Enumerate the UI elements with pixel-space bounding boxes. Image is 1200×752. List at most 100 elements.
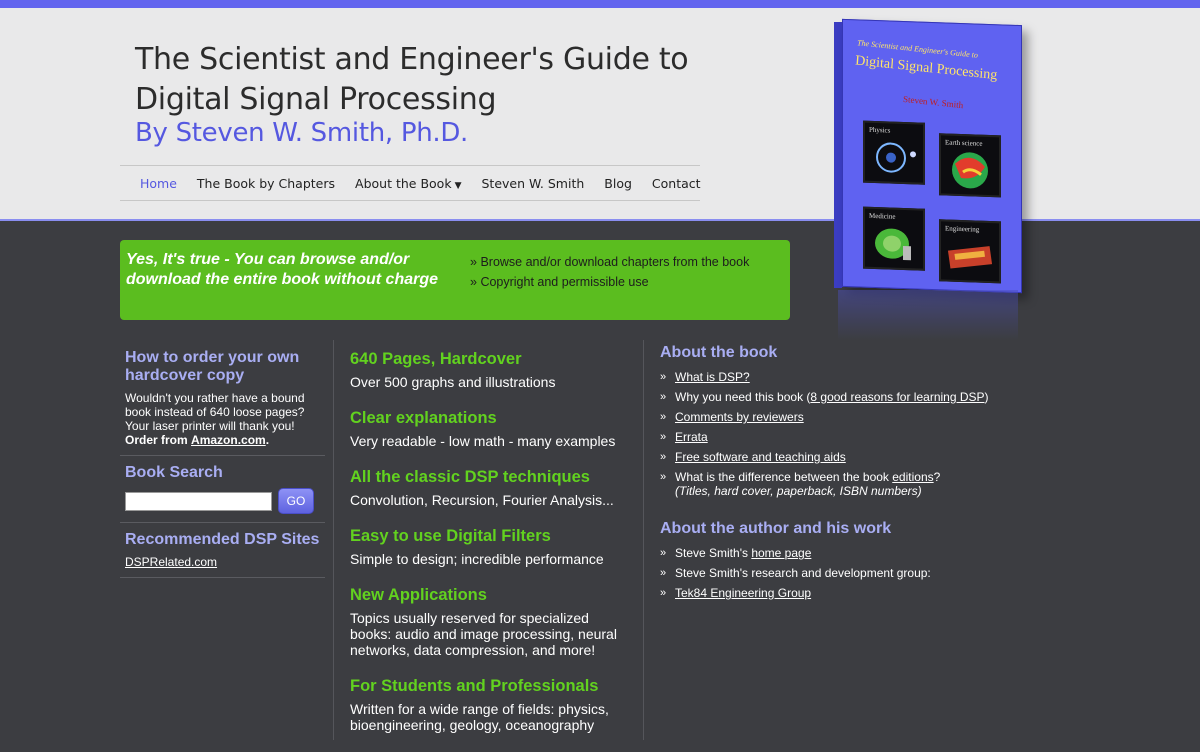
tek84-link[interactable]: Tek84 Engineering Group	[675, 586, 811, 600]
feature-block: Clear explanations Very readable - low m…	[350, 409, 630, 449]
nav-contact[interactable]: Contact	[652, 176, 701, 191]
feature-text: Written for a wide range of fields: phys…	[350, 701, 609, 733]
bullet-icon: »	[660, 431, 667, 443]
nav-about-label: About the Book	[355, 175, 452, 191]
site-title-line1: The Scientist and Engineer's Guide to	[135, 42, 689, 77]
free-software-link[interactable]: Free software and teaching aids	[675, 450, 846, 464]
list-item: » Comments by reviewers	[660, 410, 1060, 424]
order-from-label: Order from	[125, 433, 188, 447]
about-book-heading: About the book	[660, 344, 778, 361]
order-text: Wouldn't you rather have a bound book in…	[125, 391, 320, 447]
sites-heading: Recommended DSP Sites	[125, 531, 320, 548]
bullet-icon: »	[660, 547, 667, 559]
bullet-icon: »	[660, 567, 667, 579]
feature-block: New Applications Topics usually reserved…	[350, 586, 630, 658]
nav-about-the-book[interactable]: About the Book ▼	[355, 176, 461, 191]
editions-subtext: (Titles, hard cover, paperback, ISBN num…	[675, 484, 922, 498]
book-tile-physics: Physics	[863, 120, 925, 185]
chevron-down-icon: ▼	[454, 180, 462, 191]
banner-headline: Yes, It's true - You can browse and/or d…	[126, 251, 439, 288]
search-heading: Book Search	[125, 464, 223, 481]
search-row: GO	[125, 488, 320, 514]
amazon-link[interactable]: Amazon.com	[191, 433, 266, 447]
search-section: Book Search GO	[120, 456, 325, 523]
feature-text: Topics usually reserved for specialized …	[350, 610, 617, 658]
why-close: )	[984, 390, 989, 404]
sites-section: Recommended DSP Sites DSPRelated.com	[120, 523, 325, 578]
book-tile-earth-science: Earth science	[939, 133, 1001, 198]
copyright-label: Copyright and permissible use	[480, 275, 649, 289]
editions-link[interactable]: editions	[892, 470, 933, 484]
banner-links: » Browse and/or download chapters from t…	[470, 252, 749, 292]
list-item: » Tek84 Engineering Group	[660, 586, 1060, 600]
bullet-icon: »	[660, 391, 667, 403]
feature-heading: For Students and Professionals	[350, 677, 599, 695]
book-front: The Scientist and Engineer's Guide to Di…	[842, 18, 1022, 294]
free-book-banner: Yes, It's true - You can browse and/or d…	[120, 240, 790, 320]
what-is-dsp-link[interactable]: What is DSP?	[675, 370, 750, 384]
feature-heading: Easy to use Digital Filters	[350, 527, 551, 545]
nav-book-by-chapters[interactable]: The Book by Chapters	[197, 176, 335, 191]
feature-text: Convolution, Recursion, Fourier Analysis…	[350, 492, 614, 508]
list-item: » Why you need this book (8 good reasons …	[660, 390, 1060, 404]
nav-blog[interactable]: Blog	[604, 176, 632, 191]
home-text: Steve Smith's	[675, 546, 752, 560]
bullet-icon: »	[660, 471, 667, 483]
feature-block: All the classic DSP techniques Convoluti…	[350, 468, 630, 508]
comments-link[interactable]: Comments by reviewers	[675, 410, 804, 424]
bullet-icon: »	[660, 371, 667, 383]
order-text-body: Wouldn't you rather have a bound book in…	[125, 391, 305, 433]
go-button[interactable]: GO	[278, 488, 314, 514]
book-reflection	[838, 290, 1018, 340]
feature-block: For Students and Professionals Written f…	[350, 677, 630, 733]
feature-heading: New Applications	[350, 586, 487, 604]
top-accent-bar	[0, 0, 1200, 8]
bullet-icon: »	[660, 411, 667, 423]
bullet-icon: »	[660, 451, 667, 463]
errata-link[interactable]: Errata	[675, 430, 708, 444]
feature-text: Very readable - low math - many examples	[350, 433, 616, 449]
feature-heading: 640 Pages, Hardcover	[350, 350, 522, 368]
site-title-line2: Digital Signal Processing	[135, 82, 497, 117]
feature-text: Over 500 graphs and illustrations	[350, 374, 556, 390]
book-spine	[834, 22, 842, 288]
copyright-link[interactable]: » Copyright and permissible use	[470, 272, 749, 292]
feature-text: Simple to design; incredible performance	[350, 551, 604, 567]
features-column: 640 Pages, Hardcover Over 500 graphs and…	[350, 350, 630, 752]
browse-chapters-link[interactable]: » Browse and/or download chapters from t…	[470, 252, 749, 272]
book-cover-image[interactable]: The Scientist and Engineer's Guide to Di…	[834, 18, 1022, 294]
list-item: » Steve Smith's home page	[660, 546, 1060, 560]
nav-steven-w-smith[interactable]: Steven W. Smith	[481, 176, 584, 191]
left-sidebar: How to order your own hardcover copy Wou…	[120, 340, 325, 578]
order-period: .	[265, 433, 270, 447]
feature-block: 640 Pages, Hardcover Over 500 graphs and…	[350, 350, 630, 390]
book-tile-engineering: Engineering	[939, 219, 1001, 284]
research-text: Steve Smith's research and development g…	[675, 566, 931, 580]
editions-text: What is the difference between the book	[675, 470, 893, 484]
order-section: How to order your own hardcover copy Wou…	[120, 340, 325, 456]
book-tile-medicine: Medicine	[863, 206, 925, 271]
list-item: » What is DSP?	[660, 370, 1060, 384]
good-reasons-link[interactable]: 8 good reasons for learning DSP	[810, 390, 984, 404]
about-column: About the book » What is DSP? » Why you ne…	[660, 344, 1060, 606]
nav-home[interactable]: Home	[140, 176, 177, 191]
column-divider-right	[643, 340, 644, 740]
dsprelated-link[interactable]: DSPRelated.com	[125, 555, 320, 569]
about-author-heading: About the author and his work	[660, 520, 892, 537]
column-divider-left	[333, 340, 334, 740]
feature-block: Easy to use Digital Filters Simple to de…	[350, 527, 630, 567]
list-item: » Free software and teaching aids	[660, 450, 1060, 464]
author-byline: By Steven W. Smith, Ph.D.	[135, 118, 469, 148]
book-author: Steven W. Smith	[902, 93, 964, 111]
home-page-link[interactable]: home page	[751, 546, 811, 560]
why-text: Why you need this book (	[675, 390, 811, 404]
browse-chapters-label: Browse and/or download chapters from the…	[480, 255, 750, 269]
list-item: » Steve Smith's research and development …	[660, 566, 1060, 580]
list-item: » Errata	[660, 430, 1060, 444]
order-heading: How to order your own hardcover copy	[125, 349, 300, 384]
search-input[interactable]	[125, 491, 272, 511]
feature-heading: Clear explanations	[350, 409, 497, 427]
editions-qmark: ?	[933, 470, 941, 484]
main-nav: Home The Book by Chapters About the Book…	[120, 165, 701, 201]
feature-heading: All the classic DSP techniques	[350, 468, 590, 486]
